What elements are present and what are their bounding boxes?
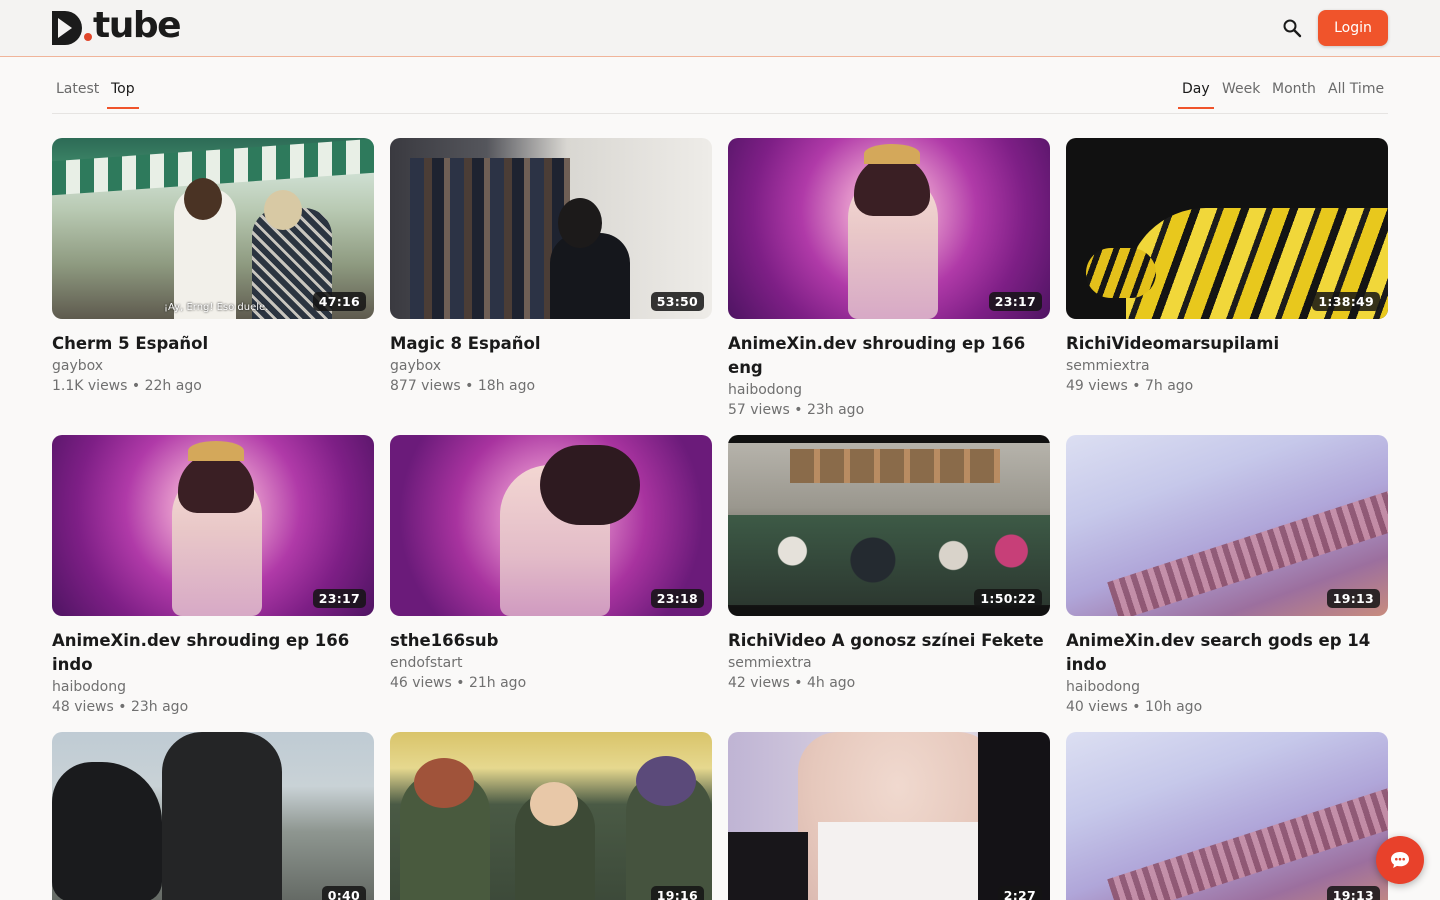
video-stats: 49 views • 7h ago bbox=[1066, 378, 1194, 394]
video-stats: 1.1K views • 22h ago bbox=[52, 378, 202, 394]
upload-age: 18h ago bbox=[477, 378, 536, 394]
video-author[interactable]: haibodong bbox=[728, 380, 1050, 400]
video-thumbnail[interactable]: 19:16 bbox=[390, 732, 712, 900]
chat-icon bbox=[1391, 852, 1409, 868]
thumbnail-subtitle: ¡Ay, Erng! Eso duele. bbox=[164, 302, 269, 313]
duration-badge: 47:16 bbox=[312, 292, 366, 311]
video-title[interactable]: sthe166sub bbox=[390, 629, 712, 653]
duration-badge: 2:27 bbox=[997, 886, 1042, 900]
video-stats: 57 views • 23h ago bbox=[728, 402, 865, 418]
upload-age: 22h ago bbox=[144, 378, 202, 394]
duration-badge: 19:13 bbox=[1326, 886, 1380, 900]
upload-age: 23h ago bbox=[806, 402, 865, 418]
view-count: 48 views bbox=[52, 699, 114, 715]
upload-age: 21h ago bbox=[468, 675, 527, 691]
video-title[interactable]: RichiVideo A gonosz színei Fekete bbox=[728, 629, 1050, 653]
logo-dot bbox=[84, 33, 92, 41]
upload-age: 4h ago bbox=[806, 675, 856, 691]
video-title[interactable]: RichiVideomarsupilami bbox=[1066, 332, 1388, 356]
logo-d-mark bbox=[52, 11, 82, 45]
video-thumbnail[interactable]: 53:50 bbox=[390, 138, 712, 319]
video-stats: 877 views • 18h ago bbox=[390, 378, 536, 394]
chat-button[interactable] bbox=[1376, 836, 1424, 884]
feed-tabs-bar: Latest Top Day Week Month All Time bbox=[52, 76, 1388, 114]
dtube-logo[interactable]: tube bbox=[52, 5, 182, 47]
video-thumbnail[interactable]: ¡Ay, Erng! Eso duele. 47:16 bbox=[52, 138, 374, 319]
video-author[interactable]: haibodong bbox=[1066, 677, 1388, 697]
video-thumbnail[interactable]: 0:40 bbox=[52, 732, 374, 900]
duration-badge: 23:18 bbox=[650, 589, 704, 608]
period-tab-all-time[interactable]: All Time bbox=[1328, 81, 1384, 109]
video-card[interactable]: 53:50 Magic 8 Español gaybox 877 views •… bbox=[390, 138, 712, 396]
logo-text: tube bbox=[93, 5, 182, 46]
video-title[interactable]: AnimeXin.dev shrouding ep 166 eng bbox=[728, 332, 1050, 380]
tab-latest[interactable]: Latest bbox=[56, 81, 99, 109]
duration-badge: 23:17 bbox=[988, 292, 1042, 311]
login-button[interactable]: Login bbox=[1318, 10, 1388, 46]
upload-age: 7h ago bbox=[1144, 378, 1194, 394]
video-card[interactable]: 23:17 AnimeXin.dev shrouding ep 166 indo… bbox=[52, 435, 374, 717]
duration-badge: 19:13 bbox=[1326, 589, 1380, 608]
video-author[interactable]: endofstart bbox=[390, 653, 712, 673]
video-card[interactable]: 2:27 bbox=[728, 732, 1050, 900]
duration-badge: 0:40 bbox=[321, 886, 366, 900]
view-count: 877 views bbox=[390, 378, 461, 394]
video-author[interactable]: gaybox bbox=[52, 356, 374, 376]
period-tab-day[interactable]: Day bbox=[1178, 81, 1214, 109]
video-title[interactable]: Magic 8 Español bbox=[390, 332, 712, 356]
video-stats: 48 views • 23h ago bbox=[52, 699, 189, 715]
duration-badge: 19:16 bbox=[650, 886, 704, 900]
view-count: 40 views bbox=[1066, 699, 1128, 715]
video-thumbnail[interactable]: 23:18 bbox=[390, 435, 712, 616]
video-author[interactable]: semmiextra bbox=[1066, 356, 1388, 376]
video-stats: 40 views • 10h ago bbox=[1066, 699, 1203, 715]
view-count: 42 views bbox=[728, 675, 790, 691]
view-count: 1.1K views bbox=[52, 378, 128, 394]
video-thumbnail[interactable]: 1:38:49 bbox=[1066, 138, 1388, 319]
video-title[interactable]: AnimeXin.dev shrouding ep 166 indo bbox=[52, 629, 374, 677]
video-card[interactable]: 0:40 bbox=[52, 732, 374, 900]
video-card[interactable]: 19:16 bbox=[390, 732, 712, 900]
video-thumbnail[interactable]: 19:13 bbox=[1066, 435, 1388, 616]
view-count: 49 views bbox=[1066, 378, 1128, 394]
upload-age: 23h ago bbox=[130, 699, 189, 715]
top-bar: tube Login bbox=[0, 0, 1440, 57]
video-thumbnail[interactable]: 2:27 bbox=[728, 732, 1050, 900]
video-author[interactable]: haibodong bbox=[52, 677, 374, 697]
upload-age: 10h ago bbox=[1144, 699, 1203, 715]
duration-badge: 23:17 bbox=[312, 589, 366, 608]
duration-badge: 1:38:49 bbox=[1312, 292, 1380, 311]
video-author[interactable]: semmiextra bbox=[728, 653, 1050, 673]
video-card[interactable]: 1:38:49 RichiVideomarsupilami semmiextra… bbox=[1066, 138, 1388, 396]
period-tab-month[interactable]: Month bbox=[1272, 81, 1316, 109]
video-card[interactable]: ¡Ay, Erng! Eso duele. 47:16 Cherm 5 Espa… bbox=[52, 138, 374, 396]
video-thumbnail[interactable]: 19:13 bbox=[1066, 732, 1388, 900]
video-thumbnail[interactable]: 1:50:22 bbox=[728, 435, 1050, 616]
video-title[interactable]: AnimeXin.dev search gods ep 14 indo bbox=[1066, 629, 1388, 677]
video-card[interactable]: 19:13 AnimeXin.dev search gods ep 14 ind… bbox=[1066, 435, 1388, 717]
video-card[interactable]: 23:18 sthe166sub endofstart 46 views • 2… bbox=[390, 435, 712, 693]
video-card[interactable]: 1:50:22 RichiVideo A gonosz színei Feket… bbox=[728, 435, 1050, 693]
search-icon[interactable] bbox=[1282, 18, 1302, 38]
video-title[interactable]: Cherm 5 Español bbox=[52, 332, 374, 356]
view-count: 57 views bbox=[728, 402, 790, 418]
video-card[interactable]: 19:13 bbox=[1066, 732, 1388, 900]
video-thumbnail[interactable]: 23:17 bbox=[52, 435, 374, 616]
video-stats: 46 views • 21h ago bbox=[390, 675, 527, 691]
tab-top[interactable]: Top bbox=[107, 81, 139, 109]
duration-badge: 53:50 bbox=[650, 292, 704, 311]
video-card[interactable]: 23:17 AnimeXin.dev shrouding ep 166 eng … bbox=[728, 138, 1050, 420]
duration-badge: 1:50:22 bbox=[974, 589, 1042, 608]
period-tab-week[interactable]: Week bbox=[1222, 81, 1260, 109]
video-stats: 42 views • 4h ago bbox=[728, 675, 856, 691]
video-thumbnail[interactable]: 23:17 bbox=[728, 138, 1050, 319]
view-count: 46 views bbox=[390, 675, 452, 691]
video-author[interactable]: gaybox bbox=[390, 356, 712, 376]
